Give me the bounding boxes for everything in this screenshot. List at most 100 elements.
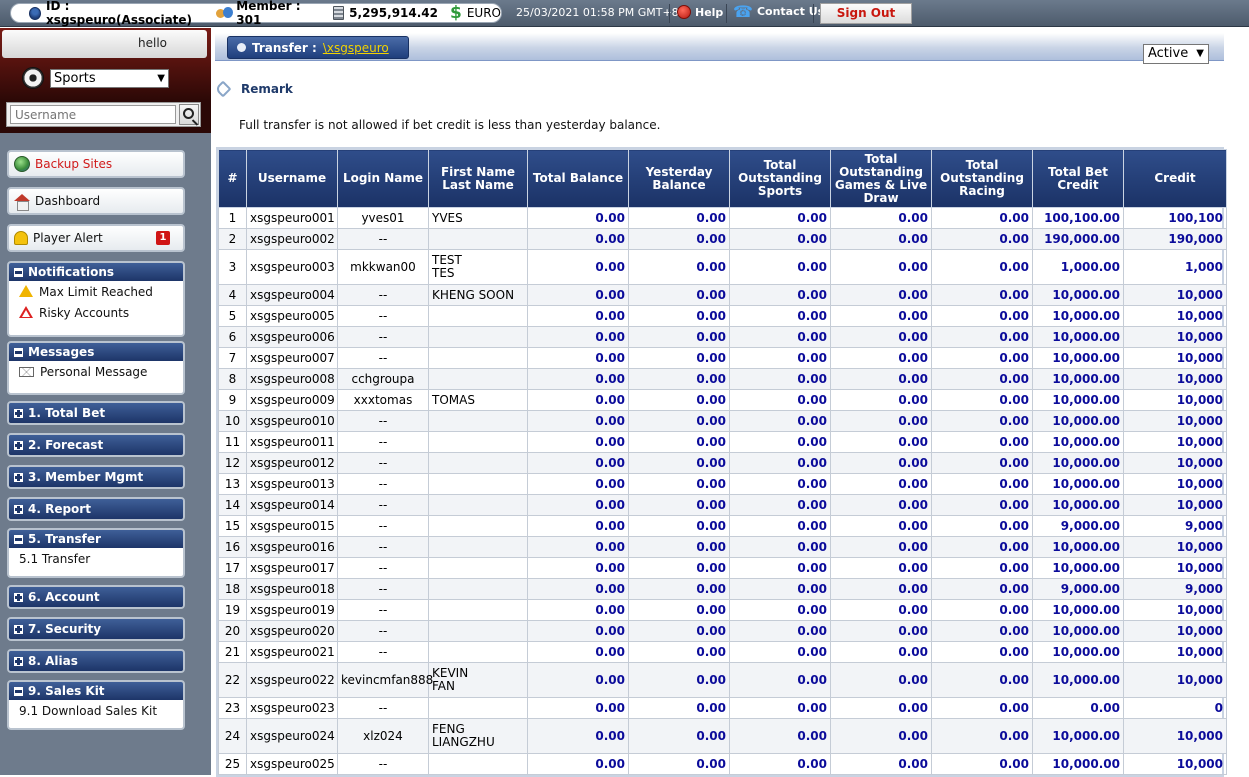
credit-cell: 10,000	[1123, 473, 1227, 495]
dashboard-button[interactable]: Dashboard	[7, 187, 185, 215]
login-name-cell: --	[337, 347, 429, 369]
transfer-table: # Username Login Name First Name Last Na…	[216, 147, 1227, 777]
menu-header: 2. Forecast	[9, 435, 183, 455]
username-cell: xsgspeuro003	[246, 249, 338, 285]
product-select-value: Sports	[54, 71, 96, 86]
credit-cell: 10,000	[1123, 536, 1227, 558]
menu-sales-kit-header[interactable]: 9. Sales Kit	[9, 682, 183, 700]
total-bet-credit-cell: 10,000.00	[1032, 536, 1124, 558]
menu-security[interactable]: 7. Security	[7, 617, 185, 641]
table-row: 7 xsgspeuro007 -- 0.00 0.00 0.00 0.00 0.00 10,00…	[218, 347, 1227, 369]
remark-title: Remark	[241, 82, 293, 96]
yesterday-balance-cell: 0.00	[628, 599, 730, 621]
username-cell: xsgspeuro010	[246, 410, 338, 432]
outstanding-sports-cell: 0.00	[729, 753, 831, 775]
menu-total-bet[interactable]: 1. Total Bet	[7, 401, 185, 425]
outstanding-games-cell: 0.00	[830, 641, 932, 663]
col-line: Games & Live	[834, 177, 928, 192]
yesterday-balance-cell: 0.00	[628, 228, 730, 250]
credit-cell: 10,000	[1123, 326, 1227, 348]
submenu-label: 5.1 Transfer	[19, 551, 91, 566]
outstanding-games-cell: 0.00	[830, 494, 932, 516]
notification-risky-accounts[interactable]: Risky Accounts	[9, 302, 183, 323]
total-balance-cell: 0.00	[527, 641, 629, 663]
product-select[interactable]: Sports ▼	[50, 69, 169, 88]
menu-sales-kit-sub[interactable]: 9.1 Download Sales Kit	[9, 700, 183, 721]
remark-header: Remark	[214, 80, 293, 98]
username-search-input[interactable]	[10, 105, 176, 124]
yesterday-balance-cell: 0.00	[628, 578, 730, 600]
total-bet-credit-cell: 10,000.00	[1032, 305, 1124, 327]
backup-sites-label: Backup Sites	[35, 157, 113, 171]
menu-transfer-sub[interactable]: 5.1 Transfer	[9, 548, 183, 569]
player-alert-label: Player Alert	[33, 231, 103, 245]
table-row: 15 xsgspeuro015 -- 0.00 0.00 0.00 0.00 0.00 9,00…	[218, 515, 1227, 537]
menu-label: 4. Report	[28, 502, 91, 516]
total-bet-credit-cell: 10,000.00	[1032, 718, 1124, 754]
messages-panel: Messages Personal Message	[7, 341, 185, 395]
username-cell: xsgspeuro002	[246, 228, 338, 250]
backup-sites-button[interactable]: Backup Sites	[7, 150, 185, 178]
breadcrumb-link[interactable]: \xsgspeuro	[323, 41, 389, 55]
outstanding-racing-cell: 0.00	[931, 620, 1033, 642]
help-link[interactable]: Help	[677, 5, 723, 19]
menu-alias[interactable]: 8. Alias	[7, 649, 185, 673]
outstanding-games-cell: 0.00	[830, 284, 932, 306]
contact-label: Contact Us	[756, 5, 825, 18]
menu-header: 6. Account	[9, 587, 183, 607]
notification-max-limit[interactable]: Max Limit Reached	[9, 281, 183, 302]
menu-label: 8. Alias	[28, 654, 78, 668]
outstanding-sports-cell: 0.00	[729, 452, 831, 474]
outstanding-racing-cell: 0.00	[931, 515, 1033, 537]
sign-out-button[interactable]: Sign Out	[820, 3, 912, 24]
collapse-icon	[14, 534, 23, 544]
menu-report[interactable]: 4. Report	[7, 497, 185, 521]
menu-sales-kit: 9. Sales Kit 9.1 Download Sales Kit	[7, 680, 185, 730]
outstanding-racing-cell: 0.00	[931, 473, 1033, 495]
personal-message-item[interactable]: Personal Message	[9, 361, 183, 382]
credit-cell: 10,000	[1123, 431, 1227, 453]
search-button[interactable]	[179, 104, 199, 125]
total-balance-cell: 0.00	[527, 431, 629, 453]
outstanding-sports-cell: 0.00	[729, 697, 831, 719]
contact-us-link[interactable]: ☎ Contact Us	[733, 3, 825, 19]
name-cell	[428, 599, 528, 621]
outstanding-sports-cell: 0.00	[729, 368, 831, 390]
name-cell	[428, 641, 528, 663]
menu-transfer-header[interactable]: 5. Transfer	[9, 530, 183, 548]
outstanding-racing-cell: 0.00	[931, 207, 1033, 229]
login-name-cell: --	[337, 473, 429, 495]
balance: 5,295,914.42	[333, 6, 438, 20]
col-line: Sports	[757, 184, 803, 198]
login-name-cell: --	[337, 326, 429, 348]
outstanding-games-cell: 0.00	[830, 662, 932, 698]
outstanding-games-cell: 0.00	[830, 368, 932, 390]
login-name-cell: --	[337, 452, 429, 474]
outstanding-racing-cell: 0.00	[931, 557, 1033, 579]
total-balance-cell: 0.00	[527, 207, 629, 229]
outstanding-racing-cell: 0.00	[931, 249, 1033, 285]
page-title-text: Transfer :	[252, 40, 317, 55]
table-row: 2 xsgspeuro002 -- 0.00 0.00 0.00 0.00 0.00 190,0…	[218, 228, 1227, 250]
menu-forecast[interactable]: 2. Forecast	[7, 433, 185, 457]
outstanding-sports-cell: 0.00	[729, 347, 831, 369]
total-balance-cell: 0.00	[527, 389, 629, 411]
total-bet-credit-cell: 10,000.00	[1032, 662, 1124, 698]
collapse-icon	[14, 267, 23, 277]
notifications-header[interactable]: Notifications	[9, 263, 183, 281]
row-index: 22	[218, 662, 247, 698]
yesterday-balance-cell: 0.00	[628, 249, 730, 285]
credit-cell: 10,000	[1123, 452, 1227, 474]
menu-account[interactable]: 6. Account	[7, 585, 185, 609]
total-bet-credit-cell: 10,000.00	[1032, 284, 1124, 306]
col-outstanding-racing: Total Outstanding Racing	[931, 149, 1033, 208]
username-cell: xsgspeuro025	[246, 753, 338, 775]
outstanding-games-cell: 0.00	[830, 515, 932, 537]
total-balance-cell: 0.00	[527, 620, 629, 642]
menu-member-mgmt[interactable]: 3. Member Mgmt	[7, 465, 185, 489]
messages-header[interactable]: Messages	[9, 343, 183, 361]
status-filter-select[interactable]: Active ▼	[1143, 44, 1209, 64]
username-cell: xsgspeuro018	[246, 578, 338, 600]
row-index: 8	[218, 368, 247, 390]
player-alert-button[interactable]: Player Alert 1	[7, 224, 185, 252]
